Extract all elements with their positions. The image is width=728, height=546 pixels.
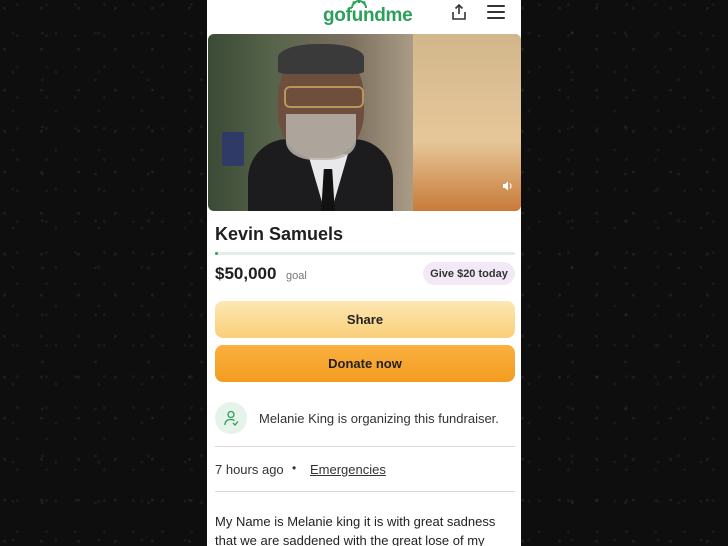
campaign-title: Kevin Samuels: [215, 224, 344, 244]
donate-now-button[interactable]: Donate now: [215, 345, 515, 382]
top-nav: gofundme: [207, 0, 521, 32]
divider: [215, 446, 515, 447]
meta-separator: •: [292, 461, 297, 475]
video-glasses: [284, 86, 364, 108]
campaign-story: My Name is Melanie king it is with great…: [215, 514, 496, 546]
progress-fill: [215, 252, 218, 255]
category-link[interactable]: Emergencies: [310, 462, 386, 477]
progress-bar: [215, 252, 515, 255]
divider: [215, 491, 515, 492]
upload-share-icon[interactable]: [450, 3, 468, 21]
share-button[interactable]: Share: [215, 301, 515, 338]
video-sign: [222, 132, 244, 166]
organizer-avatar: [215, 402, 247, 434]
person-heart-icon: [224, 410, 239, 426]
give-today-badge[interactable]: Give $20 today: [423, 262, 515, 285]
gofundme-logo[interactable]: gofundme: [323, 5, 413, 27]
goal-label: goal: [286, 270, 307, 282]
organizer-text: Melanie King is organizing this fundrais…: [259, 411, 499, 426]
mobile-page: gofundme Kevin Samuels $50,000 goal Give…: [207, 0, 521, 546]
campaign-video[interactable]: [208, 34, 521, 211]
hamburger-menu-icon[interactable]: [487, 5, 505, 19]
goal-amount: $50,000: [215, 264, 277, 283]
posted-time: 7 hours ago: [215, 462, 284, 477]
organizer-row: Melanie King is organizing this fundrais…: [215, 402, 515, 436]
volume-icon[interactable]: [502, 180, 514, 192]
